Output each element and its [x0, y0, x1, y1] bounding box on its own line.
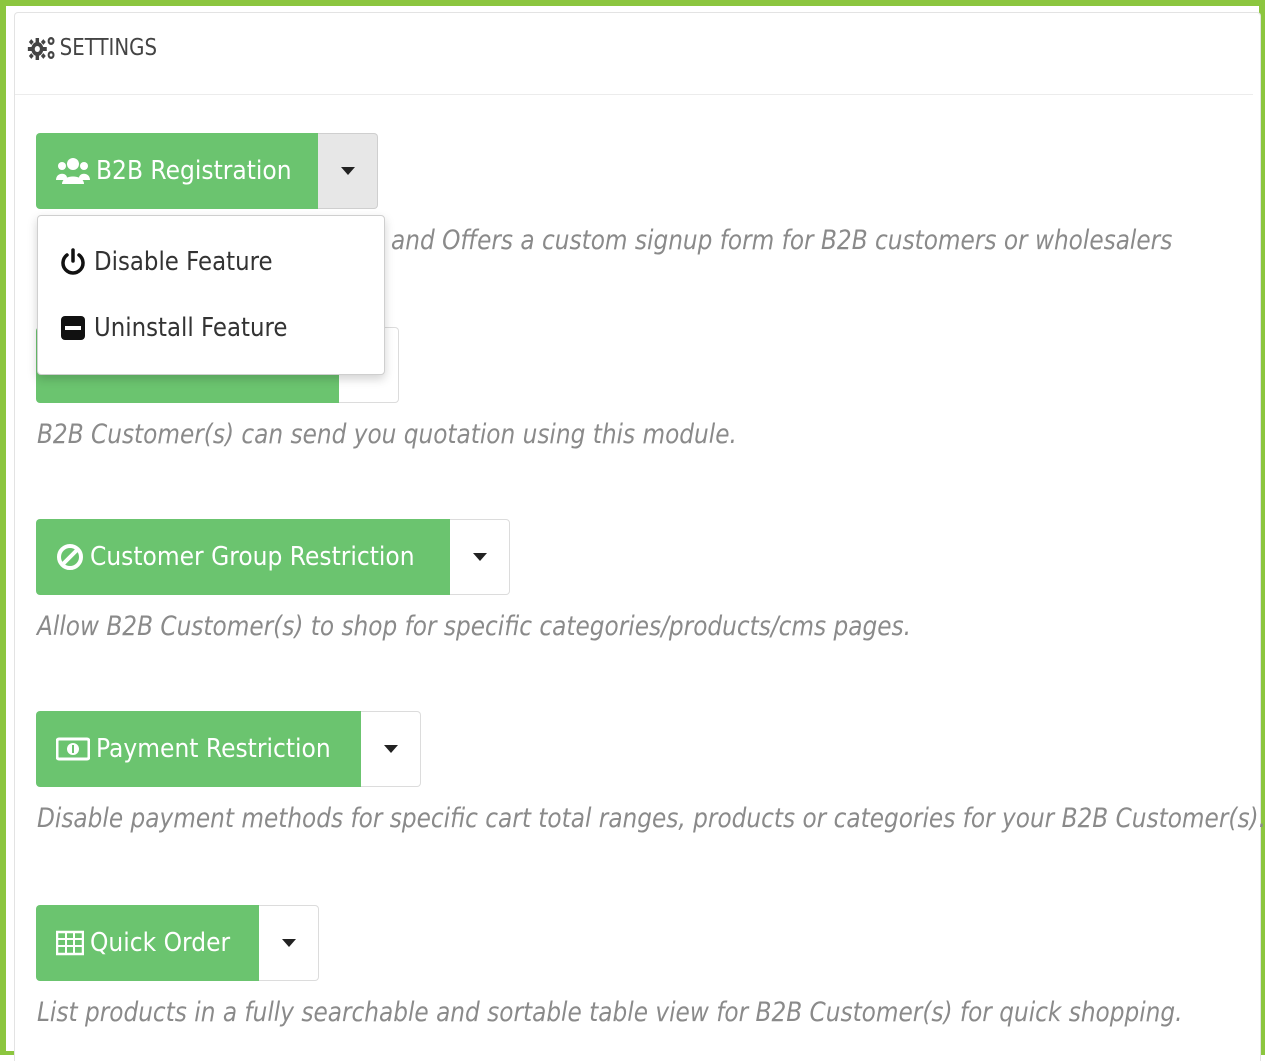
- payment-restriction-button[interactable]: Payment Restriction: [36, 711, 361, 787]
- disable-feature-menu-item[interactable]: Disable Feature: [60, 247, 297, 277]
- minus-square-icon: [60, 314, 86, 342]
- table-icon: [56, 930, 84, 956]
- payment-restriction-dropdown-toggle[interactable]: [361, 711, 421, 787]
- settings-panel: SETTINGS B2B Registration and Offers a c…: [14, 12, 1265, 1061]
- money-icon: [56, 736, 90, 762]
- b2b-registration-description: and Offers a custom signup form for B2B …: [391, 225, 1173, 256]
- caret-down-icon: [472, 553, 487, 561]
- quick-order-button-group: Quick Order: [36, 905, 319, 981]
- customer-group-restriction-label: Customer Group Restriction: [90, 542, 415, 572]
- panel-title: SETTINGS: [59, 35, 158, 61]
- payment-restriction-button-group: Payment Restriction: [36, 711, 421, 787]
- uninstall-feature-menu-item[interactable]: Uninstall Feature: [60, 313, 314, 343]
- quick-order-description: List products in a fully searchable and …: [37, 997, 1183, 1028]
- panel-heading: SETTINGS: [27, 33, 157, 63]
- users-icon: [56, 156, 90, 186]
- power-icon: [60, 248, 86, 276]
- quick-order-label: Quick Order: [90, 928, 231, 958]
- uninstall-feature-label: Uninstall Feature: [94, 313, 288, 343]
- feature-dropdown-menu: Disable Feature Uninstall Feature: [37, 215, 385, 375]
- customer-group-restriction-button-group: Customer Group Restriction: [36, 519, 510, 595]
- payment-restriction-label: Payment Restriction: [96, 734, 331, 764]
- caret-down-icon: [340, 167, 355, 175]
- b2b-registration-button[interactable]: B2B Registration: [36, 133, 318, 209]
- payment-restriction-description: Disable payment methods for specific car…: [37, 803, 1265, 834]
- quick-order-dropdown-toggle[interactable]: [259, 905, 319, 981]
- b2b-registration-button-group: B2B Registration: [36, 133, 378, 209]
- b2b-registration-label: B2B Registration: [96, 156, 292, 186]
- quick-order-button[interactable]: Quick Order: [36, 905, 259, 981]
- quotation-description: B2B Customer(s) can send you quotation u…: [37, 419, 737, 450]
- customer-group-restriction-description: Allow B2B Customer(s) to shop for specif…: [37, 611, 912, 642]
- window-frame: SETTINGS B2B Registration and Offers a c…: [0, 0, 1265, 1061]
- ban-icon: [56, 543, 84, 571]
- customer-group-restriction-dropdown-toggle[interactable]: [450, 519, 510, 595]
- caret-down-icon: [281, 939, 296, 947]
- heading-divider: [15, 94, 1253, 95]
- disable-feature-label: Disable Feature: [94, 247, 273, 277]
- caret-down-icon: [383, 745, 398, 753]
- b2b-registration-dropdown-toggle[interactable]: [318, 133, 378, 209]
- customer-group-restriction-button[interactable]: Customer Group Restriction: [36, 519, 450, 595]
- gears-icon: [27, 33, 58, 63]
